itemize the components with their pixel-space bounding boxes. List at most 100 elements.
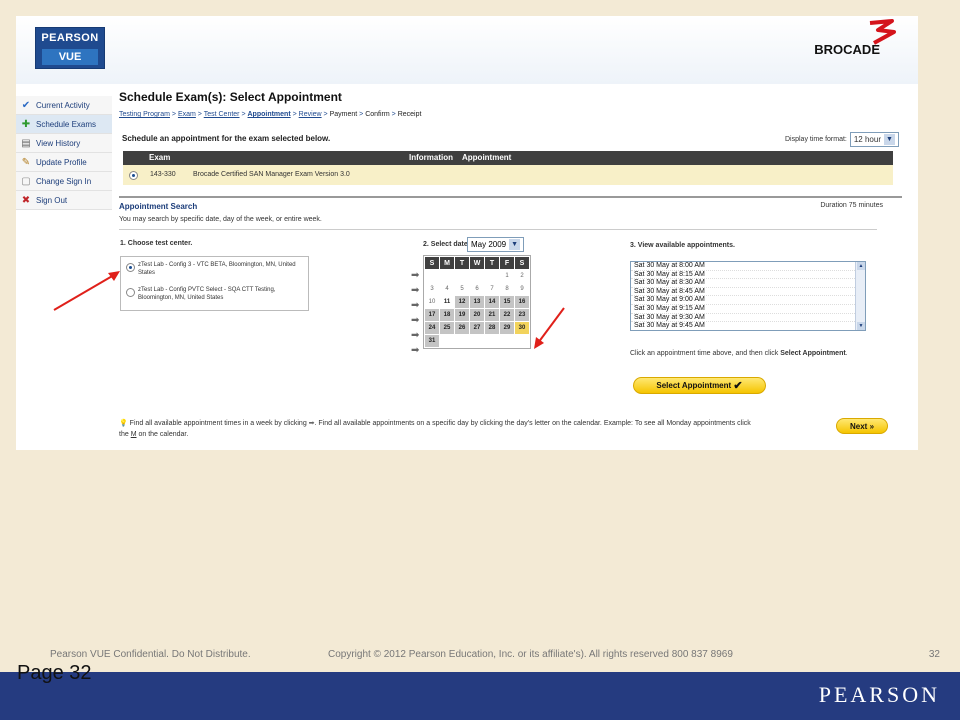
- calendar-day[interactable]: 12: [455, 296, 469, 308]
- slide-number: 32: [928, 649, 940, 660]
- sidebar: ✔ Current Activity ✚ Schedule Exams ▤ View …: [16, 96, 112, 210]
- appointment-option[interactable]: Sat 30 May at 8:45 AM: [631, 288, 857, 297]
- scroll-up-icon[interactable]: ▲: [857, 262, 865, 270]
- appointment-option[interactable]: Sat 30 May at 8:00 AM: [631, 262, 857, 271]
- sidebar-item-update-profile[interactable]: ✎ Update Profile: [16, 153, 112, 172]
- calendar-day: 11: [443, 299, 451, 305]
- select-appointment-button[interactable]: Select Appointment ✔: [633, 377, 766, 394]
- check-icon: ✔: [21, 99, 31, 111]
- brocade-wordmark: BROCADE: [814, 42, 880, 57]
- calendar-day[interactable]: 28: [485, 322, 499, 334]
- sidebar-item-current-activity[interactable]: ✔ Current Activity: [16, 96, 112, 115]
- calendar-day[interactable]: 16: [515, 296, 529, 308]
- appointment-option[interactable]: Sat 30 May at 9:30 AM: [631, 314, 857, 323]
- test-center-radio-1[interactable]: [126, 263, 135, 272]
- test-center-list: zTest Lab - Config 3 - VTC BETA, Bloomin…: [120, 256, 309, 311]
- history-icon: ▤: [21, 137, 31, 149]
- calendar-day: 5: [460, 286, 464, 292]
- step1-label: 1. Choose test center.: [120, 240, 193, 247]
- annotation-arrow-icon: [534, 307, 565, 349]
- weekday-mon[interactable]: M: [440, 257, 454, 269]
- calendar-day[interactable]: 26: [455, 322, 469, 334]
- week-arrow-icon[interactable]: ➡: [411, 315, 419, 326]
- time-format-control: Display time format: 12 hour ▼: [785, 132, 899, 147]
- week-arrow-icon[interactable]: ➡: [411, 300, 419, 311]
- week-arrow-icon[interactable]: ➡: [411, 285, 419, 296]
- calendar-day[interactable]: 22: [500, 309, 514, 321]
- test-center-radio-2[interactable]: [126, 288, 135, 297]
- week-arrow-icon[interactable]: ➡: [411, 270, 419, 281]
- chevron-down-icon: ▼: [884, 134, 895, 145]
- calendar-day-selected[interactable]: 30: [515, 322, 529, 334]
- sidebar-item-sign-out[interactable]: ✖ Sign Out: [16, 191, 112, 210]
- screenshot-frame: PEARSON VUE BROCADE ✔ Current Activity ✚ S…: [16, 16, 918, 450]
- sidebar-item-schedule-exams[interactable]: ✚ Schedule Exams: [16, 115, 112, 134]
- test-center-option-2[interactable]: zTest Lab - Config PVTC Select - SQA CTT…: [138, 286, 304, 302]
- calendar-day[interactable]: 25: [440, 322, 454, 334]
- calendar-day[interactable]: 21: [485, 309, 499, 321]
- step2-label: 2. Select date.: [423, 241, 470, 248]
- sidebar-item-view-history[interactable]: ▤ View History: [16, 134, 112, 153]
- calendar-day[interactable]: 20: [470, 309, 484, 321]
- weekday-thu[interactable]: T: [485, 257, 499, 269]
- appointment-option[interactable]: Sat 30 May at 9:00 AM: [631, 296, 857, 305]
- page-label: Page 32: [17, 662, 92, 684]
- sidebar-item-change-sign-in[interactable]: ▢ Change Sign In: [16, 172, 112, 191]
- calendar-day[interactable]: 31: [425, 335, 439, 347]
- breadcrumb-appointment: Appointment: [247, 111, 291, 118]
- calendar-day[interactable]: 23: [515, 309, 529, 321]
- main-content: Schedule Exam(s): Select Appointment Tes…: [119, 90, 902, 438]
- appointment-help-text: Click an appointment time above, and the…: [630, 350, 848, 357]
- appointment-option[interactable]: Sat 30 May at 8:15 AM: [631, 271, 857, 280]
- breadcrumb-test-center[interactable]: Test Center: [204, 111, 240, 118]
- breadcrumb-receipt: Receipt: [397, 111, 422, 118]
- calendar-day[interactable]: 13: [470, 296, 484, 308]
- calendar: S M T W T F S 12 3456789 10 11 12 13 14 15 16 …: [423, 255, 531, 349]
- appointment-scrollbar[interactable]: ▲ ▼: [855, 262, 865, 330]
- calendar-day[interactable]: 29: [500, 322, 514, 334]
- footer-band: [0, 672, 960, 720]
- weekday-wed[interactable]: W: [470, 257, 484, 269]
- calendar-day: 8: [505, 286, 509, 292]
- breadcrumb-review[interactable]: Review: [299, 111, 322, 118]
- calendar-day: 9: [520, 286, 524, 292]
- weekday-sun[interactable]: S: [425, 257, 439, 269]
- breadcrumb-exam[interactable]: Exam: [178, 111, 196, 118]
- calendar-day[interactable]: 24: [425, 322, 439, 334]
- month-select[interactable]: May 2009 ▼: [467, 237, 525, 252]
- calendar-day[interactable]: 14: [485, 296, 499, 308]
- calendar-weekday-row: S M T W T F S: [425, 257, 529, 269]
- time-format-select[interactable]: 12 hour ▼: [849, 132, 899, 147]
- breadcrumb: Testing Program > Exam > Test Center > A…: [119, 111, 422, 118]
- appointment-option[interactable]: Sat 30 May at 8:30 AM: [631, 279, 857, 288]
- appointment-search-subtitle: You may search by specific date, day of …: [119, 216, 322, 223]
- calendar-day[interactable]: 17: [425, 309, 439, 321]
- test-center-option-1[interactable]: zTest Lab - Config 3 - VTC BETA, Bloomin…: [138, 261, 304, 277]
- exam-radio[interactable]: [129, 171, 138, 180]
- copyright-notice: Copyright © 2012 Pearson Education, Inc.…: [328, 649, 733, 660]
- page-title: Schedule Exam(s): Select Appointment: [119, 90, 342, 104]
- appointment-option[interactable]: Sat 30 May at 9:15 AM: [631, 305, 857, 314]
- calendar-day: 2: [520, 273, 524, 279]
- breadcrumb-testing-program[interactable]: Testing Program: [119, 111, 170, 118]
- calendar-day[interactable]: 27: [470, 322, 484, 334]
- appointment-option[interactable]: Sat 30 May at 9:45 AM: [631, 322, 857, 330]
- time-format-label: Display time format:: [785, 136, 847, 143]
- exam-row[interactable]: 143-330 Brocade Certified SAN Manager Ex…: [123, 165, 893, 185]
- appointment-list[interactable]: Sat 30 May at 8:00 AM Sat 30 May at 8:15…: [630, 261, 866, 331]
- calendar-day[interactable]: 15: [500, 296, 514, 308]
- weekday-sat[interactable]: S: [515, 257, 529, 269]
- calendar-day[interactable]: 19: [455, 309, 469, 321]
- weekday-tue[interactable]: T: [455, 257, 469, 269]
- scroll-down-icon[interactable]: ▼: [857, 322, 865, 330]
- weekday-fri[interactable]: F: [500, 257, 514, 269]
- pearson-logo: PEARSON: [818, 682, 940, 707]
- week-arrow-icon[interactable]: ➡: [411, 330, 419, 341]
- calendar-day: 7: [490, 286, 494, 292]
- checkmark-icon: ✔: [733, 380, 743, 392]
- calendar-day: 6: [475, 286, 479, 292]
- week-arrow-icon[interactable]: ➡: [411, 345, 419, 356]
- next-button[interactable]: Next »: [836, 418, 888, 434]
- calendar-day: 4: [445, 286, 449, 292]
- calendar-day[interactable]: 18: [440, 309, 454, 321]
